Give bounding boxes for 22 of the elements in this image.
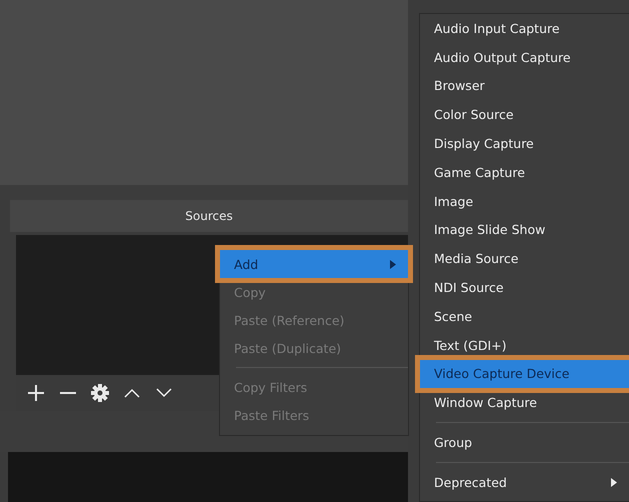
menu-item[interactable]: NDI Source — [420, 273, 629, 302]
menu-item[interactable]: Media Source — [420, 244, 629, 274]
menu-item[interactable]: Group — [420, 417, 629, 457]
menu-item[interactable]: Text (GDI+) — [420, 330, 629, 360]
submenu-arrow-icon — [390, 260, 396, 268]
submenu-arrow-icon — [611, 478, 617, 487]
menu-item[interactable]: Scene — [420, 302, 629, 331]
dock-title: Sources — [10, 200, 408, 232]
menu-item[interactable]: Color Source — [420, 100, 629, 130]
menu-item[interactable]: Audio Input Capture — [420, 14, 629, 43]
menu-item[interactable]: Image Slide Show — [420, 216, 629, 244]
settings-icon[interactable] — [90, 383, 110, 403]
menu-item[interactable]: Image — [420, 186, 629, 216]
menu-item[interactable]: Add — [220, 250, 408, 278]
menu-item[interactable]: Audio Output Capture — [420, 42, 629, 72]
menu-item[interactable]: Deprecated — [420, 456, 629, 497]
menu-item[interactable]: Video Capture Device — [420, 360, 629, 388]
menu-item[interactable]: Game Capture — [420, 158, 629, 187]
menu-item[interactable]: Window Capture — [420, 388, 629, 418]
add-icon[interactable] — [26, 383, 46, 403]
menu-item[interactable]: Display Capture — [420, 129, 629, 158]
menu-item[interactable]: Browser — [420, 72, 629, 100]
